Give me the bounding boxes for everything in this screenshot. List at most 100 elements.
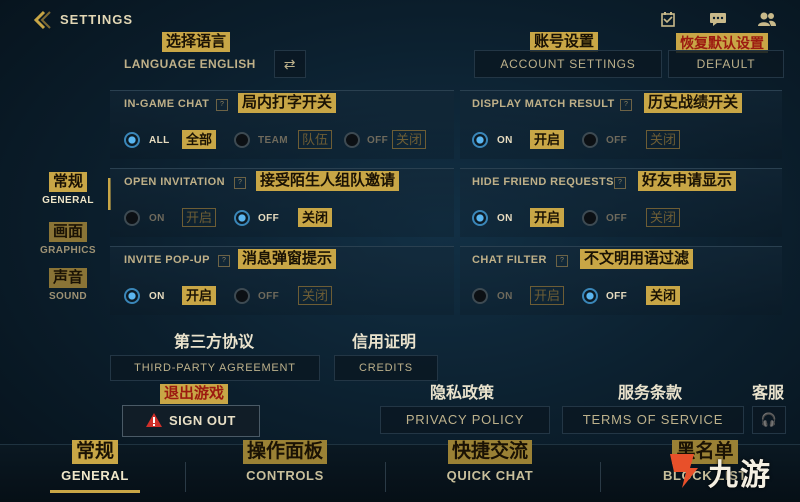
third-party-agreement-button[interactable]: THIRD-PARTY AGREEMENT [110,355,320,381]
chat-filter-on-radio[interactable] [472,288,488,304]
in-game-chat-all-radio[interactable] [124,132,140,148]
info-icon[interactable]: ? [620,99,632,111]
hide-friend-requests-label: HIDE FRIEND REQUESTS [472,176,614,188]
sidebar-item-graphics[interactable]: 画面 GRAPHICS [28,222,108,256]
invite-popup-on-cn: 开启 [182,286,217,305]
open-invitation-off-label: OFF [258,213,280,224]
sidebar-general-cn: 常规 [48,172,87,192]
calendar-check-icon[interactable] [660,11,676,27]
hide-friend-requests-off-cn: 关闭 [646,208,681,227]
invite-popup-on-label: ON [149,291,165,302]
display-match-result-off-label: OFF [606,135,628,146]
hide-friend-requests-off-radio[interactable] [582,210,598,226]
invite-popup-on-radio[interactable] [124,288,140,304]
chat-filter-on-cn: 开启 [530,286,565,305]
hide-friend-requests-annotation: 好友申请显示 [638,171,737,191]
tab-quick-chat[interactable]: 快捷交流 QUICK CHAT [420,440,560,501]
third-party-annotation: 第三方协议 [174,334,255,351]
tab-quick-chat-label: QUICK CHAT [446,468,534,483]
info-icon[interactable]: ? [614,177,626,189]
account-settings-button[interactable]: ACCOUNT SETTINGS [474,50,662,78]
in-game-chat-all-cn: 全部 [182,130,217,149]
in-game-chat-off-radio[interactable] [344,132,360,148]
open-invitation-off-radio[interactable] [234,210,250,226]
chat-filter-off-label: OFF [606,291,628,302]
language-annotation: 选择语言 [162,32,231,52]
chat-filter-annotation: 不文明用语过滤 [580,249,694,269]
privacy-annotation: 隐私政策 [430,385,495,402]
chevron-left-icon [33,10,51,30]
sidebar-graphics-label: GRAPHICS [40,245,96,256]
tab-general[interactable]: 常规 GENERAL [40,440,150,501]
sign-out-label: SIGN OUT [169,413,236,428]
in-game-chat-all-label: ALL [149,135,170,146]
sidebar-sound-cn: 声音 [48,268,87,288]
chat-filter-off-cn: 关闭 [646,286,681,305]
warning-icon [146,413,162,427]
watermark-text: 九游 [708,459,772,492]
in-game-chat-team-radio[interactable] [234,132,250,148]
sidebar-sound-label: SOUND [48,291,88,302]
tab-controls-label: CONTROLS [246,468,324,483]
terms-of-service-button[interactable]: TERMS OF SERVICE [562,406,744,434]
default-button[interactable]: DEFAULT [668,50,784,78]
chat-bubble-icon[interactable] [709,12,727,27]
terms-annotation: 服务条款 [618,385,683,402]
privacy-policy-button[interactable]: PRIVACY POLICY [380,406,550,434]
sign-out-button[interactable]: SIGN OUT [122,405,260,437]
back-button[interactable] [30,9,54,31]
headset-icon: 🎧 [760,412,778,427]
display-match-result-label: DISPLAY MATCH RESULT [472,98,615,110]
chat-filter-off-radio[interactable] [582,288,598,304]
display-match-result-off-radio[interactable] [582,132,598,148]
open-invitation-label: OPEN INVITATION [124,176,225,188]
info-icon[interactable]: ? [218,255,230,267]
display-match-result-annotation: 历史战绩开关 [644,93,743,113]
tab-general-label: GENERAL [61,468,129,483]
in-game-chat-off-cn: 关闭 [392,130,427,149]
tab-divider [185,462,186,492]
hide-friend-requests-on-label: ON [497,213,513,224]
tab-divider [600,462,601,492]
tab-general-cn: 常规 [71,440,118,464]
chat-filter-label: CHAT FILTER [472,254,547,266]
tab-quick-chat-cn: 快捷交流 [447,440,532,464]
credits-button[interactable]: CREDITS [334,355,438,381]
friends-icon[interactable] [757,11,777,27]
invite-popup-label: INVITE POP-UP [124,254,210,266]
open-invitation-on-radio[interactable] [124,210,140,226]
open-invitation-on-label: ON [149,213,165,224]
info-icon[interactable]: ? [556,255,568,267]
chat-filter-on-label: ON [497,291,513,302]
watermark-logo: 九游 [664,448,794,494]
language-swap-button[interactable]: ⇄ [274,50,306,78]
sidebar-item-sound[interactable]: 声音 SOUND [28,268,108,302]
support-annotation: 客服 [752,385,785,402]
info-icon[interactable]: ? [216,99,228,111]
hide-friend-requests-on-radio[interactable] [472,210,488,226]
display-match-result-on-cn: 开启 [530,130,565,149]
credits-annotation: 信用证明 [352,334,417,351]
nine-game-logo-icon [670,454,698,488]
support-button[interactable]: 🎧 [752,406,786,434]
display-match-result-on-radio[interactable] [472,132,488,148]
in-game-chat-off-label: OFF [367,135,389,146]
sidebar-item-general[interactable]: 常规 GENERAL [28,172,108,206]
page-title: SETTINGS [60,12,134,27]
in-game-chat-team-label: TEAM [258,135,288,146]
tab-controls-cn: 操作面板 [242,440,327,464]
sidebar-graphics-cn: 画面 [48,222,87,242]
display-match-result-off-cn: 关闭 [646,130,681,149]
account-annotation: 账号设置 [530,32,599,52]
in-game-chat-annotation: 局内打字开关 [238,93,337,113]
info-icon[interactable]: ? [234,177,246,189]
tab-controls[interactable]: 操作面板 CONTROLS [220,440,350,501]
open-invitation-annotation: 接受陌生人组队邀请 [256,171,400,191]
invite-popup-off-cn: 关闭 [298,286,333,305]
tab-divider [385,462,386,492]
invite-popup-off-radio[interactable] [234,288,250,304]
in-game-chat-team-cn: 队伍 [298,130,333,149]
invite-popup-off-label: OFF [258,291,280,302]
hide-friend-requests-off-label: OFF [606,213,628,224]
swap-arrows-icon: ⇄ [283,56,297,72]
